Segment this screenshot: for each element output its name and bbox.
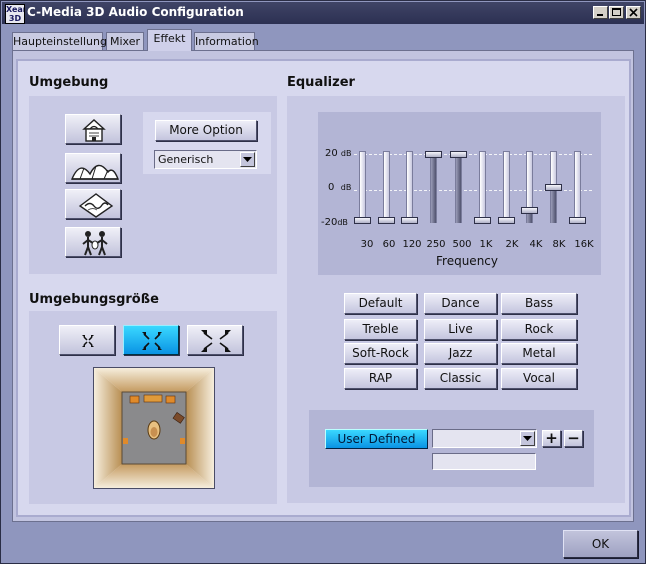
preset-classic-button[interactable]: Classic [424,368,497,389]
maximize-icon [612,8,621,16]
equalizer-heading: Equalizer [287,75,355,90]
tab-haupteinstellung[interactable]: Haupteinstellung [12,32,107,50]
minimize-icon [597,14,603,16]
db-label-middle: 0 dB [328,182,351,193]
room-preview-icon [94,368,214,488]
room-size-large-button[interactable] [187,325,243,355]
house-icon [82,119,106,142]
db-label-top: 20 dB [325,148,352,159]
eq-slider-track-60[interactable] [383,151,390,223]
eq-slider-track-500[interactable] [455,151,462,223]
db-label-bottom-unit: dB [337,218,348,227]
db-label-middle-value: 0 [328,182,335,193]
freq-label-16k: 16K [574,239,594,250]
eq-slider-thumb-120[interactable] [401,217,418,224]
chevron-down-icon [243,157,252,162]
preset-metal-button[interactable]: Metal [501,343,577,364]
chevron-down-icon [523,436,532,441]
eq-slider-fill-250 [431,155,436,223]
preset-rock-button[interactable]: Rock [501,319,577,340]
room-preview [93,367,215,489]
db-label-top-unit: dB [340,149,352,158]
preset-bass-button[interactable]: Bass [501,293,577,314]
close-button[interactable] [626,6,641,19]
db-label-middle-unit: dB [340,183,352,192]
environment-heading: Umgebung [29,75,109,90]
eq-slider-thumb-4k[interactable] [521,207,538,215]
eq-slider-track-250[interactable] [430,151,437,223]
user-defined-button[interactable]: User Defined [325,429,428,449]
environment-landscape-button[interactable] [65,189,121,219]
small-room-icon [82,335,94,347]
eq-slider-thumb-2k[interactable] [498,217,515,224]
db-label-bottom-value: -20 [321,217,338,228]
db-label-bottom: -20dB [321,217,348,228]
environment-concert-hall-button[interactable] [65,153,121,183]
frequency-axis-label: Frequency [436,254,498,268]
eq-slider-track-120[interactable] [406,151,413,223]
eq-slider-thumb-1k[interactable] [474,217,491,224]
preset-live-button[interactable]: Live [424,319,497,340]
eq-slider-track-30[interactable] [359,151,366,223]
environment-house-button[interactable] [65,114,121,144]
environment-preset-dropdown-button[interactable] [240,152,255,167]
eq-slider-fill-8k [551,188,556,223]
eq-slider-fill-500 [456,155,461,223]
room-size-small-button[interactable] [59,325,115,355]
room-size-heading: Umgebungsgröße [29,292,159,307]
preset-soft-rock-button[interactable]: Soft-Rock [344,343,417,364]
remove-preset-button[interactable]: − [564,430,583,447]
environment-preset-value: Generisch [158,153,214,166]
preset-jazz-button[interactable]: Jazz [424,343,497,364]
tab-information[interactable]: Information [194,32,259,50]
eq-slider-track-1k[interactable] [479,151,486,223]
eq-slider-thumb-30[interactable] [354,217,371,224]
minus-icon: − [567,429,580,447]
eq-slider-thumb-250[interactable] [425,151,442,158]
large-room-icon [201,330,231,352]
landscape-icon [78,193,114,218]
tab-mixer[interactable]: Mixer [106,32,144,50]
more-option-button[interactable]: More Option [155,120,257,141]
eq-slider-thumb-60[interactable] [378,217,395,224]
close-icon [629,8,638,17]
preset-vocal-button[interactable]: Vocal [501,368,577,389]
preset-default-button[interactable]: Default [344,293,417,314]
concert-hall-icon [70,164,120,180]
maximize-button[interactable] [609,6,624,19]
window-title: C-Media 3D Audio Configuration [27,5,244,19]
environment-figures-button[interactable] [65,227,121,257]
preset-dance-button[interactable]: Dance [424,293,497,314]
eq-slider-track-16k[interactable] [574,151,581,223]
eq-slider-thumb-8k[interactable] [545,184,562,191]
eq-slider-thumb-16k[interactable] [569,217,586,224]
environment-preset-select[interactable]: Generisch [154,150,257,169]
room-size-medium-button[interactable] [123,325,179,355]
main-window: Xear 3D C-Media 3D Audio Configuration H… [0,0,646,564]
xear-3d-app-icon: Xear 3D [5,4,25,24]
preset-treble-button[interactable]: Treble [344,319,417,340]
db-label-top-value: 20 [325,148,338,159]
title-bar[interactable]: Xear 3D C-Media 3D Audio Configuration [2,2,644,24]
minimize-button[interactable] [593,6,608,19]
user-preset-select[interactable] [432,429,537,448]
app-icon-label: Xear 3D [6,5,25,23]
user-preset-dropdown-button[interactable] [520,431,535,446]
user-preset-name-input[interactable] [432,453,536,470]
eq-slider-thumb-500[interactable] [450,151,467,158]
add-preset-button[interactable]: + [542,430,561,447]
medium-room-icon [142,332,162,350]
eq-slider-track-2k[interactable] [503,151,510,223]
figures-icon [82,231,108,256]
tab-effekt[interactable]: Effekt [147,29,192,51]
preset-rap-button[interactable]: RAP [344,368,417,389]
ok-button[interactable]: OK [563,530,638,558]
plus-icon: + [545,429,558,447]
